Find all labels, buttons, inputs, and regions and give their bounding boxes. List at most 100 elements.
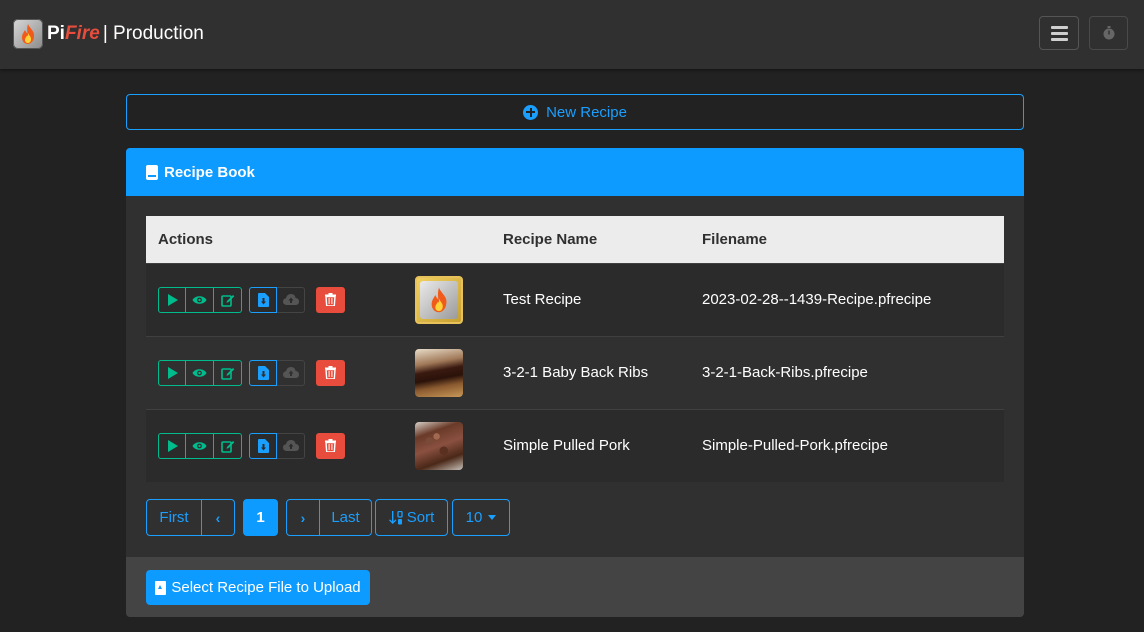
brand-text: PiFire | Production — [47, 19, 204, 49]
brand[interactable]: PiFire | Production — [13, 19, 204, 49]
brand-fire: Fire — [64, 23, 100, 44]
table-header-row: Actions Recipe Name Filename — [146, 216, 1004, 263]
trash-icon — [325, 293, 336, 306]
row-actions — [146, 336, 403, 409]
play-icon — [167, 293, 178, 306]
page-size-dropdown[interactable]: 10 — [452, 499, 510, 536]
book-icon — [146, 164, 158, 180]
ribs-photo-thumbnail[interactable] — [415, 348, 463, 397]
download-recipe-button[interactable] — [249, 359, 277, 386]
recipe-action-group — [158, 432, 242, 459]
navbar: PiFire | Production — [0, 0, 1144, 69]
upload-cloud-button[interactable] — [277, 286, 305, 313]
recipe-file-group — [249, 432, 305, 459]
recipe-name[interactable]: Test Recipe — [491, 263, 690, 336]
hamburger-icon — [1050, 23, 1068, 44]
cloud-upload-icon — [282, 367, 299, 378]
recipe-book-title: Recipe Book — [164, 163, 255, 181]
view-recipe-button[interactable] — [186, 286, 214, 313]
first-page-button[interactable]: First — [146, 499, 202, 536]
download-file-icon — [257, 365, 269, 380]
edit-recipe-button[interactable] — [214, 286, 242, 313]
edit-icon — [220, 367, 234, 380]
row-thumbnail-cell — [403, 336, 491, 409]
column-header-image — [403, 216, 491, 263]
table-row: 3-2-1 Baby Back Ribs 3-2-1-Back-Ribs.pfr… — [146, 336, 1004, 409]
prev-page-button[interactable]: ‹ — [202, 499, 235, 536]
row-thumbnail-cell — [403, 409, 491, 482]
last-page-button[interactable]: Last — [320, 499, 372, 536]
run-recipe-button[interactable] — [158, 359, 186, 386]
recipe-book-footer: Select Recipe File to Upload — [126, 557, 1024, 617]
pifire-logo-icon — [13, 19, 43, 49]
trash-icon — [325, 366, 336, 379]
eye-icon — [192, 295, 207, 304]
cloud-upload-icon — [282, 440, 299, 452]
column-header-actions: Actions — [158, 230, 214, 248]
column-header-recipe-name: Recipe Name — [503, 230, 598, 248]
table-row: Simple Pulled Pork Simple-Pulled-Pork.pf… — [146, 409, 1004, 482]
edit-recipe-button[interactable] — [214, 432, 242, 459]
upload-cloud-button[interactable] — [277, 359, 305, 386]
sort-icon — [388, 510, 403, 524]
delete-group — [316, 432, 345, 459]
recipe-name[interactable]: Simple Pulled Pork — [491, 409, 690, 482]
download-file-icon — [257, 292, 269, 307]
new-recipe-label: New Recipe — [546, 103, 627, 121]
eye-icon — [192, 368, 207, 377]
brand-subtitle: | Production — [102, 23, 204, 44]
brand-pi: Pi — [47, 23, 65, 44]
timer-button[interactable] — [1089, 16, 1128, 50]
column-header-filename: Filename — [702, 230, 768, 248]
recipe-filename: Simple-Pulled-Pork.pfrecipe — [702, 437, 888, 455]
recipe-filename: 3-2-1-Back-Ribs.pfrecipe — [702, 364, 868, 381]
view-recipe-button[interactable] — [186, 432, 214, 459]
recipe-filename: 2023-02-28--1439-Recipe.pfrecipe — [702, 291, 932, 308]
chevron-right-icon: › — [300, 509, 306, 526]
upload-cloud-button[interactable] — [277, 432, 305, 459]
run-recipe-button[interactable] — [158, 286, 186, 313]
page-size-value: 10 — [465, 509, 483, 526]
download-recipe-button[interactable] — [249, 432, 277, 459]
pifire-logo-icon — [420, 280, 458, 319]
download-file-icon — [257, 438, 269, 453]
select-recipe-file-button[interactable]: Select Recipe File to Upload — [146, 570, 370, 605]
pulled-pork-photo-thumbnail[interactable] — [415, 421, 463, 470]
delete-recipe-button[interactable] — [316, 286, 345, 313]
download-recipe-button[interactable] — [249, 286, 277, 313]
caret-down-icon — [488, 515, 497, 520]
run-recipe-button[interactable] — [158, 432, 186, 459]
chevron-left-icon: ‹ — [215, 509, 221, 526]
row-actions — [146, 263, 403, 336]
recipe-action-group — [158, 359, 242, 386]
file-upload-icon — [155, 580, 167, 595]
new-recipe-button[interactable]: New Recipe — [126, 94, 1024, 130]
edit-icon — [220, 440, 234, 453]
recipe-book-header: Recipe Book — [126, 148, 1024, 196]
current-page-button[interactable]: 1 — [243, 499, 278, 536]
delete-group — [316, 359, 345, 386]
recipe-book-card: Recipe Book Actions Recipe Name Filename — [126, 148, 1024, 617]
eye-icon — [192, 442, 207, 450]
recipe-name[interactable]: 3-2-1 Baby Back Ribs — [491, 336, 690, 409]
upload-label: Select Recipe File to Upload — [171, 579, 361, 596]
next-page-button[interactable]: › — [286, 499, 320, 536]
row-thumbnail-cell — [403, 263, 491, 336]
play-icon — [167, 366, 178, 379]
recipe-action-group — [158, 286, 242, 313]
view-recipe-button[interactable] — [186, 359, 214, 386]
edit-recipe-button[interactable] — [214, 359, 242, 386]
cloud-upload-icon — [282, 294, 299, 305]
delete-recipe-button[interactable] — [316, 432, 345, 459]
table-row: Test Recipe 2023-02-28--1439-Recipe.pfre… — [146, 263, 1004, 336]
row-actions — [146, 409, 403, 482]
delete-recipe-button[interactable] — [316, 359, 345, 386]
sort-label: Sort — [406, 509, 435, 526]
trash-icon — [325, 439, 336, 453]
plus-circle-icon — [523, 104, 539, 120]
menu-toggle-button[interactable] — [1039, 16, 1079, 50]
delete-group — [316, 286, 345, 313]
pifire-logo-thumbnail[interactable] — [415, 275, 463, 324]
recipe-file-group — [249, 286, 305, 313]
sort-button[interactable]: Sort — [375, 499, 448, 536]
